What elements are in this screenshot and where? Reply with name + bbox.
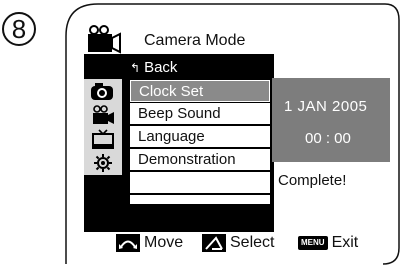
menu-item-label: Language bbox=[138, 128, 205, 145]
select-label: Select bbox=[230, 234, 275, 251]
clock-value-panel: 1 JAN 2005 00 : 00 bbox=[272, 78, 390, 162]
menu-item-label: Beep Sound bbox=[138, 105, 221, 122]
date-value[interactable]: 1 JAN 2005 bbox=[284, 98, 367, 115]
camera-icon[interactable] bbox=[90, 81, 116, 101]
back-arrow-icon: ↰ bbox=[130, 61, 141, 75]
select-press-icon bbox=[202, 234, 226, 252]
menu-item-label: Demonstration bbox=[138, 151, 236, 168]
time-value[interactable]: 00 : 00 bbox=[305, 130, 351, 147]
move-label: Move bbox=[144, 234, 184, 251]
menu-list-area: ↰ Back Clock Set Beep Sound Language Demo… bbox=[124, 56, 272, 232]
menu-key-icon: MENU bbox=[298, 236, 328, 250]
menu-item-language[interactable]: Language bbox=[130, 126, 270, 148]
menu-title: Camera Mode bbox=[144, 32, 246, 49]
step-number: 8 bbox=[11, 14, 27, 44]
menu-item-demonstration[interactable]: Demonstration bbox=[130, 149, 270, 171]
exit-label: Exit bbox=[331, 234, 359, 251]
move-control[interactable]: Move bbox=[116, 234, 183, 252]
camera-mode-icon bbox=[88, 25, 121, 54]
menu-list: Clock Set Beep Sound Language Demonstrat… bbox=[130, 80, 270, 206]
menu-category-sidebar bbox=[84, 79, 122, 175]
settings-gear-icon[interactable] bbox=[90, 153, 116, 173]
move-dial-icon bbox=[116, 234, 140, 252]
exit-control[interactable]: MENU Exit bbox=[298, 234, 358, 252]
step-number-badge: 8 bbox=[2, 12, 36, 46]
menu-item-clock-set[interactable]: Clock Set bbox=[130, 80, 270, 102]
select-control[interactable]: Select bbox=[202, 234, 274, 252]
menu-item-beep-sound[interactable]: Beep Sound bbox=[130, 103, 270, 125]
status-message: Complete! bbox=[278, 172, 347, 189]
camcorder-icon[interactable] bbox=[90, 105, 116, 125]
menu-item-empty bbox=[130, 195, 270, 205]
footer-controls: Move Select MENU Exit bbox=[116, 232, 396, 258]
menu-item-label: Clock Set bbox=[139, 83, 204, 100]
mode-header: Camera Mode bbox=[84, 22, 274, 54]
tv-icon[interactable] bbox=[90, 129, 116, 149]
menu-item-empty bbox=[130, 172, 270, 194]
back-label: Back bbox=[144, 59, 178, 76]
back-menu-item[interactable]: ↰ Back bbox=[130, 58, 177, 78]
